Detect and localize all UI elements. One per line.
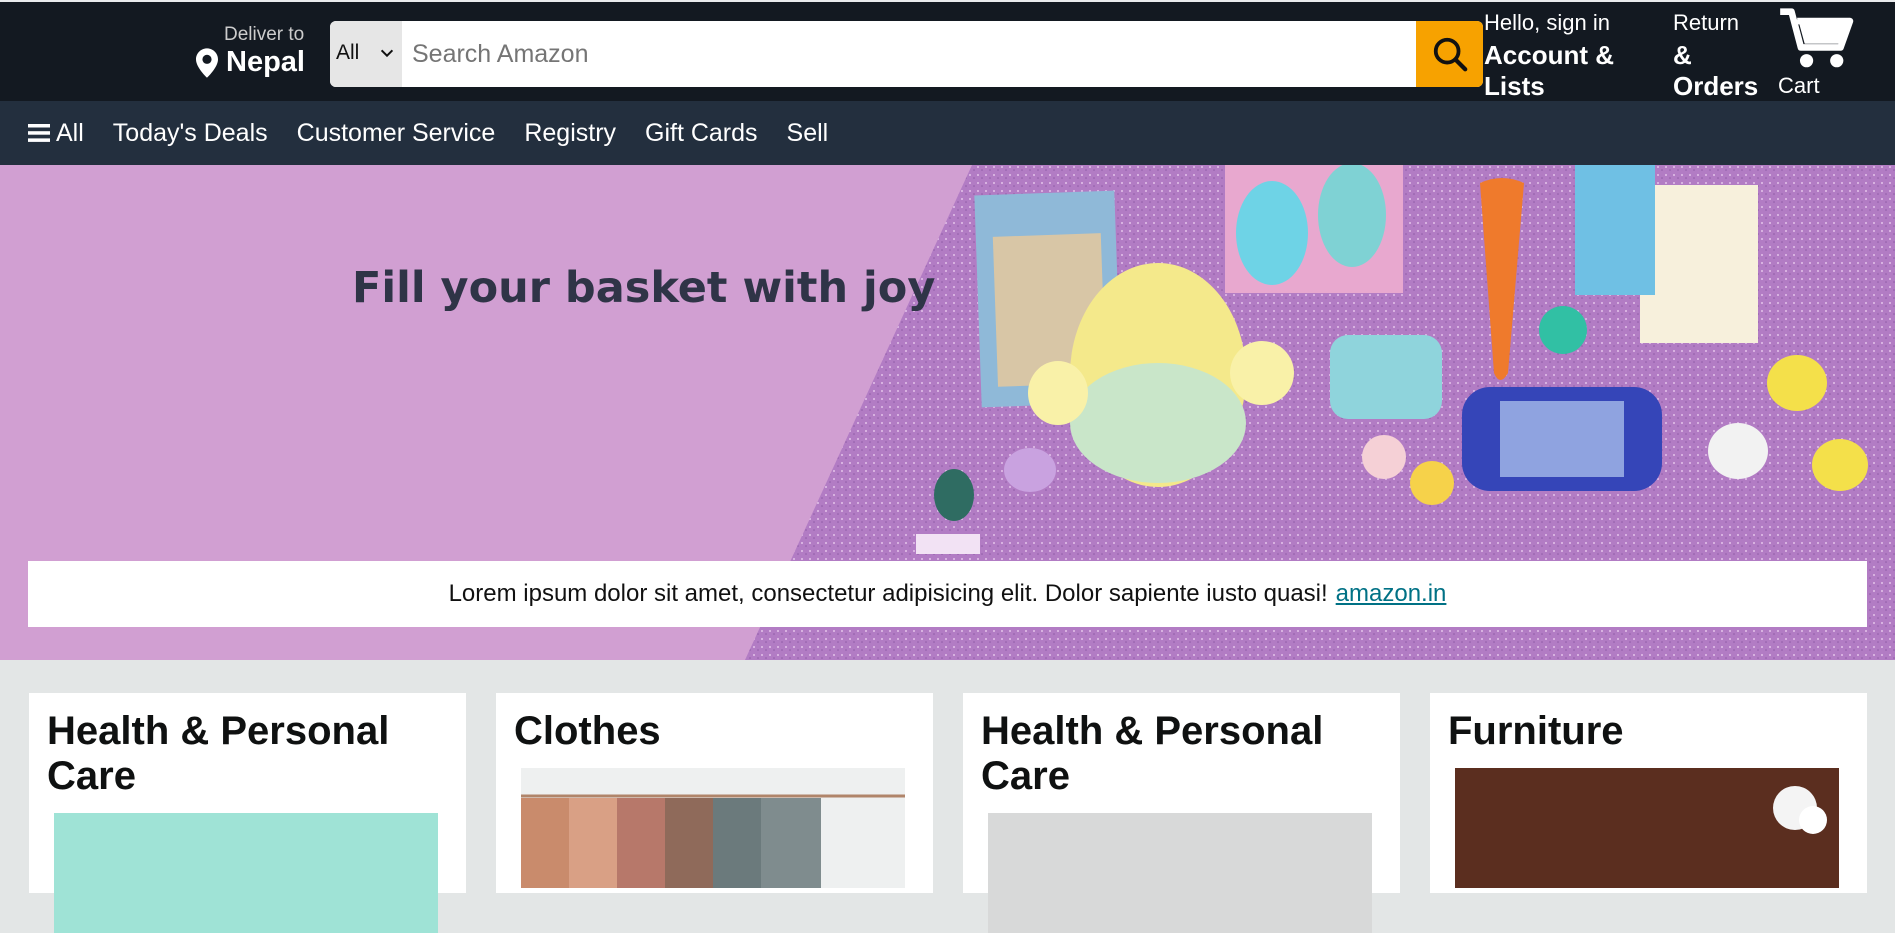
card-title: Clothes xyxy=(514,709,661,753)
health-personal-care-image[interactable] xyxy=(988,813,1372,933)
top-navbar: Deliver to Nepal All Hello, sign in Acco… xyxy=(0,0,1895,101)
search-category-select[interactable]: All xyxy=(330,21,402,87)
secondary-navbar: All Today's Deals Customer Service Regis… xyxy=(0,101,1895,165)
all-menu-button[interactable]: All xyxy=(28,119,84,148)
category-card[interactable]: Furniture xyxy=(1430,693,1867,893)
category-cards: Health & Personal Care Clothes Health & … xyxy=(0,660,1895,933)
category-card[interactable]: Health & Personal Care xyxy=(963,693,1400,933)
nav-customer-service[interactable]: Customer Service xyxy=(297,119,496,148)
chevron-down-icon xyxy=(380,49,394,58)
card-title: Health & Personal Care xyxy=(47,709,390,798)
cart-label: Cart xyxy=(1778,73,1820,98)
returns-orders-link[interactable]: Return & Orders xyxy=(1673,10,1783,102)
nav-gift-cards[interactable]: Gift Cards xyxy=(645,119,758,148)
card-title: Furniture xyxy=(1448,709,1624,753)
health-personal-care-image[interactable] xyxy=(54,813,438,933)
search-bar: All xyxy=(330,21,1483,87)
search-icon xyxy=(1433,37,1467,72)
hero-headline: Fill your basket with joy xyxy=(352,263,936,313)
amazon-logo[interactable] xyxy=(30,14,180,90)
all-menu-label: All xyxy=(56,118,84,147)
nav-registry[interactable]: Registry xyxy=(524,119,616,148)
category-card[interactable]: Health & Personal Care xyxy=(29,693,466,933)
amazon-link[interactable]: amazon.in xyxy=(1336,580,1447,608)
card-title: Health & Personal Care xyxy=(981,709,1324,798)
clothes-image[interactable] xyxy=(521,768,905,888)
hamburger-menu-icon xyxy=(28,124,50,142)
nav-sell[interactable]: Sell xyxy=(787,119,829,148)
search-button[interactable] xyxy=(1416,21,1483,87)
account-lists-label: Account & Lists xyxy=(1484,40,1614,101)
notice-text: Lorem ipsum dolor sit amet, consectetur … xyxy=(448,580,1328,607)
deliver-to-label: Deliver to xyxy=(224,24,305,45)
category-card[interactable]: Clothes xyxy=(496,693,933,893)
location-pin-icon xyxy=(196,48,218,78)
hero-notice-bar: Lorem ipsum dolor sit amet, consectetur … xyxy=(28,561,1867,627)
deliver-location-name: Nepal xyxy=(226,46,305,78)
account-lists-menu[interactable]: Hello, sign in Account & Lists xyxy=(1484,10,1624,102)
returns-label: Return xyxy=(1673,10,1740,35)
cart-button[interactable]: Cart xyxy=(1778,6,1854,99)
search-input[interactable] xyxy=(402,21,1412,87)
hero-banner[interactable]: Fill your basket with joy Lorem ipsum do… xyxy=(0,165,1895,660)
search-category-value: All xyxy=(336,41,360,64)
orders-label: & Orders xyxy=(1673,40,1759,101)
furniture-image[interactable] xyxy=(1455,768,1839,888)
account-greeting: Hello, sign in xyxy=(1484,10,1610,35)
shopping-cart-icon xyxy=(1780,8,1854,68)
nav-todays-deals[interactable]: Today's Deals xyxy=(113,119,268,148)
